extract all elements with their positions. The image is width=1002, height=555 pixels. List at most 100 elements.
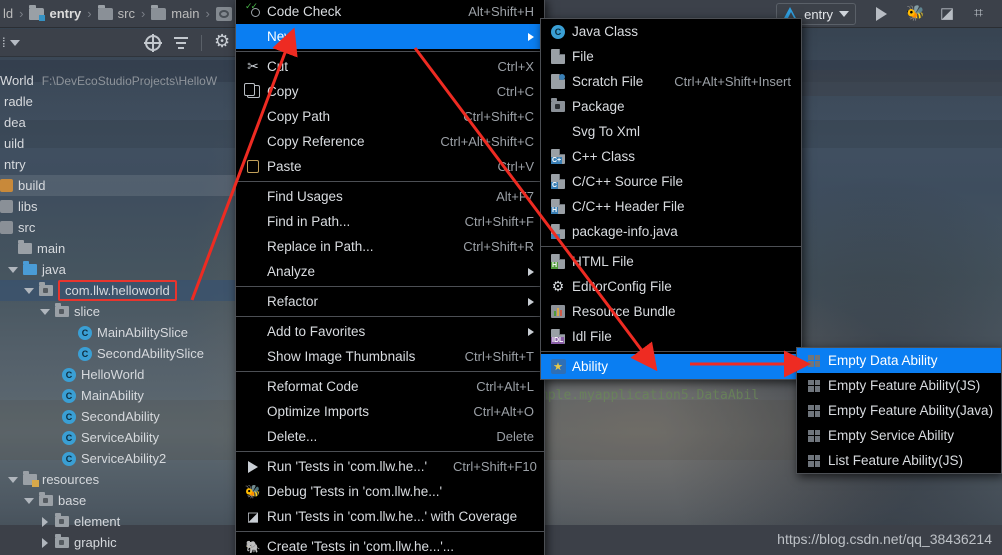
tree-item-serviceability2[interactable]: C ServiceAbility2 bbox=[0, 448, 238, 469]
menu-item-find-usages[interactable]: Find Usages Alt+F7 bbox=[236, 184, 544, 209]
chevron-down-icon[interactable] bbox=[24, 496, 34, 506]
settings-gear-icon[interactable] bbox=[214, 31, 230, 52]
menu-item-cut[interactable]: ✂ Cut Ctrl+X bbox=[236, 54, 544, 79]
tree-item-secondabilityslice[interactable]: C SecondAbilitySlice bbox=[0, 343, 238, 364]
menu-item-debug-tests[interactable]: 🐝 Debug 'Tests in 'com.llw.he...' bbox=[236, 479, 544, 504]
tree-item-resources[interactable]: resources bbox=[0, 469, 238, 490]
new-item-editorconfig-file[interactable]: ⚙ EditorConfig File bbox=[541, 274, 801, 299]
menu-item-label: Cut bbox=[267, 59, 289, 74]
tree-item-slice[interactable]: slice bbox=[0, 301, 238, 322]
project-root-row[interactable]: World F:\DevEcoStudioProjects\HelloW bbox=[0, 70, 238, 91]
new-item-html-file[interactable]: H HTML File bbox=[541, 249, 801, 274]
tree-item-base[interactable]: base bbox=[0, 490, 238, 511]
ability-item-list-feature-ability-js[interactable]: List Feature Ability(JS) bbox=[797, 448, 1001, 473]
chevron-right-icon[interactable] bbox=[40, 516, 50, 527]
cpp-class-icon: C+ bbox=[549, 149, 567, 164]
new-item-file[interactable]: File bbox=[541, 44, 801, 69]
run-with-coverage-icon[interactable]: ◪ bbox=[940, 5, 958, 23]
menu-item-optimize-imports[interactable]: Optimize Imports Ctrl+Alt+O bbox=[236, 399, 544, 424]
new-item-package-info[interactable]: package-info.java bbox=[541, 219, 801, 244]
menu-item-copy-reference[interactable]: Copy Reference Ctrl+Alt+Shift+C bbox=[236, 129, 544, 154]
tree-label: MainAbility bbox=[81, 388, 144, 403]
chevron-down-icon[interactable] bbox=[40, 307, 50, 317]
menu-item-replace-in-path[interactable]: Replace in Path... Ctrl+Shift+R bbox=[236, 234, 544, 259]
tree-item-secondability[interactable]: C SecondAbility bbox=[0, 406, 238, 427]
tree-item-idea[interactable]: dea bbox=[0, 112, 238, 133]
new-item-scratch-file[interactable]: Scratch File Ctrl+Alt+Shift+Insert bbox=[541, 69, 801, 94]
menu-item-reformat-code[interactable]: Reformat Code Ctrl+Alt+L bbox=[236, 374, 544, 399]
tree-item-gradle[interactable]: radle bbox=[0, 91, 238, 112]
new-item-resource-bundle[interactable]: Resource Bundle bbox=[541, 299, 801, 324]
new-item-java-class[interactable]: C Java Class bbox=[541, 19, 801, 44]
breadcrumb-item-root[interactable]: ld bbox=[0, 6, 16, 21]
chevron-down-icon[interactable] bbox=[8, 265, 18, 275]
tree-label: java bbox=[42, 262, 66, 277]
menu-item-label: List Feature Ability(JS) bbox=[828, 453, 964, 468]
menu-item-show-image-thumbnails[interactable]: Show Image Thumbnails Ctrl+Shift+T bbox=[236, 344, 544, 369]
chevron-down-icon[interactable] bbox=[8, 475, 18, 485]
menu-item-find-in-path[interactable]: Find in Path... Ctrl+Shift+F bbox=[236, 209, 544, 234]
tree-item-java[interactable]: java bbox=[0, 259, 238, 280]
ability-item-empty-feature-ability-java[interactable]: Empty Feature Ability(Java) bbox=[797, 398, 1001, 423]
tree-item-helloworld[interactable]: C HelloWorld bbox=[0, 364, 238, 385]
tree-item-mainability[interactable]: C MainAbility bbox=[0, 385, 238, 406]
tree-item-libs[interactable]: libs bbox=[0, 196, 238, 217]
new-item-idl-file[interactable]: IDL Idl File bbox=[541, 324, 801, 349]
new-item-svg-to-xml[interactable]: Svg To Xml bbox=[541, 119, 801, 144]
tree-item-build[interactable]: uild bbox=[0, 133, 238, 154]
tree-item-src[interactable]: src bbox=[0, 217, 238, 238]
menu-item-delete[interactable]: Delete... Delete bbox=[236, 424, 544, 449]
new-item-c-source-file[interactable]: C C/C++ Source File bbox=[541, 169, 801, 194]
menu-item-shortcut: Ctrl+X bbox=[497, 59, 534, 74]
menu-item-label: File bbox=[572, 49, 594, 64]
menu-item-run-tests-coverage[interactable]: ◪ Run 'Tests in 'com.llw.he...' with Cov… bbox=[236, 504, 544, 529]
debug-icon[interactable]: 🐝 bbox=[906, 5, 925, 23]
chevron-right-icon[interactable] bbox=[40, 537, 50, 548]
tree-item-build-folder[interactable]: build bbox=[0, 175, 238, 196]
ability-item-empty-feature-ability-js[interactable]: Empty Feature Ability(JS) bbox=[797, 373, 1001, 398]
menu-item-code-check[interactable]: Code Check Alt+Shift+H bbox=[236, 0, 544, 24]
ability-item-icon bbox=[805, 379, 823, 392]
project-scope-dropdown[interactable]: ⁞ bbox=[0, 35, 20, 50]
run-icon[interactable] bbox=[872, 5, 890, 23]
menu-item-copy[interactable]: Copy Ctrl+C bbox=[236, 79, 544, 104]
tree-item-element[interactable]: element bbox=[0, 511, 238, 532]
breadcrumb-separator: › bbox=[19, 6, 24, 21]
tree-item-serviceability[interactable]: C ServiceAbility bbox=[0, 427, 238, 448]
menu-item-paste[interactable]: Paste Ctrl+V bbox=[236, 154, 544, 179]
run-icon bbox=[244, 461, 262, 473]
tree-item-graphic[interactable]: graphic bbox=[0, 532, 238, 553]
menu-item-label: C++ Class bbox=[572, 149, 636, 164]
ability-item-empty-service-ability[interactable]: Empty Service Ability bbox=[797, 423, 1001, 448]
new-item-ability[interactable]: Ability bbox=[541, 354, 801, 379]
tree-label: dea bbox=[4, 115, 26, 130]
new-item-cpp-class[interactable]: C+ C++ Class bbox=[541, 144, 801, 169]
tree-item-mainabilityslice[interactable]: C MainAbilitySlice bbox=[0, 322, 238, 343]
run-toolbar: entry 🐝 ◪ ⌗ bbox=[776, 0, 1002, 28]
chevron-down-icon[interactable] bbox=[24, 286, 34, 296]
menu-item-analyze[interactable]: Analyze bbox=[236, 259, 544, 284]
package-icon bbox=[549, 98, 567, 112]
menu-item-new[interactable]: New bbox=[236, 24, 544, 49]
ability-item-empty-data-ability[interactable]: Empty Data Ability bbox=[797, 348, 1001, 373]
profiler-icon[interactable]: ⌗ bbox=[974, 5, 992, 23]
menu-item-add-to-favorites[interactable]: Add to Favorites bbox=[236, 319, 544, 344]
new-item-package[interactable]: Package bbox=[541, 94, 801, 119]
tree-label: radle bbox=[4, 94, 33, 109]
breadcrumb-item-src[interactable]: src bbox=[95, 4, 138, 21]
collapse-all-icon[interactable] bbox=[173, 35, 189, 51]
chevron-down-icon bbox=[839, 11, 849, 17]
menu-item-copy-path[interactable]: Copy Path Ctrl+Shift+C bbox=[236, 104, 544, 129]
breadcrumb-item-entry[interactable]: entry bbox=[26, 4, 84, 21]
tree-item-com-llw-helloworld[interactable]: com.llw.helloworld bbox=[0, 280, 238, 301]
menu-item-create-tests[interactable]: 🐘 Create 'Tests in 'com.llw.he...'... bbox=[236, 534, 544, 555]
breadcrumb-item-main[interactable]: main bbox=[148, 4, 202, 21]
locate-target-icon[interactable] bbox=[144, 33, 162, 52]
tree-item-entry[interactable]: ntry bbox=[0, 154, 238, 175]
menu-item-run-tests[interactable]: Run 'Tests in 'com.llw.he...' Ctrl+Shift… bbox=[236, 454, 544, 479]
menu-item-label: Empty Feature Ability(Java) bbox=[828, 403, 994, 418]
menu-item-refactor[interactable]: Refactor bbox=[236, 289, 544, 314]
menu-separator bbox=[236, 451, 544, 452]
tree-item-main[interactable]: main bbox=[0, 238, 238, 259]
new-item-c-header-file[interactable]: H C/C++ Header File bbox=[541, 194, 801, 219]
